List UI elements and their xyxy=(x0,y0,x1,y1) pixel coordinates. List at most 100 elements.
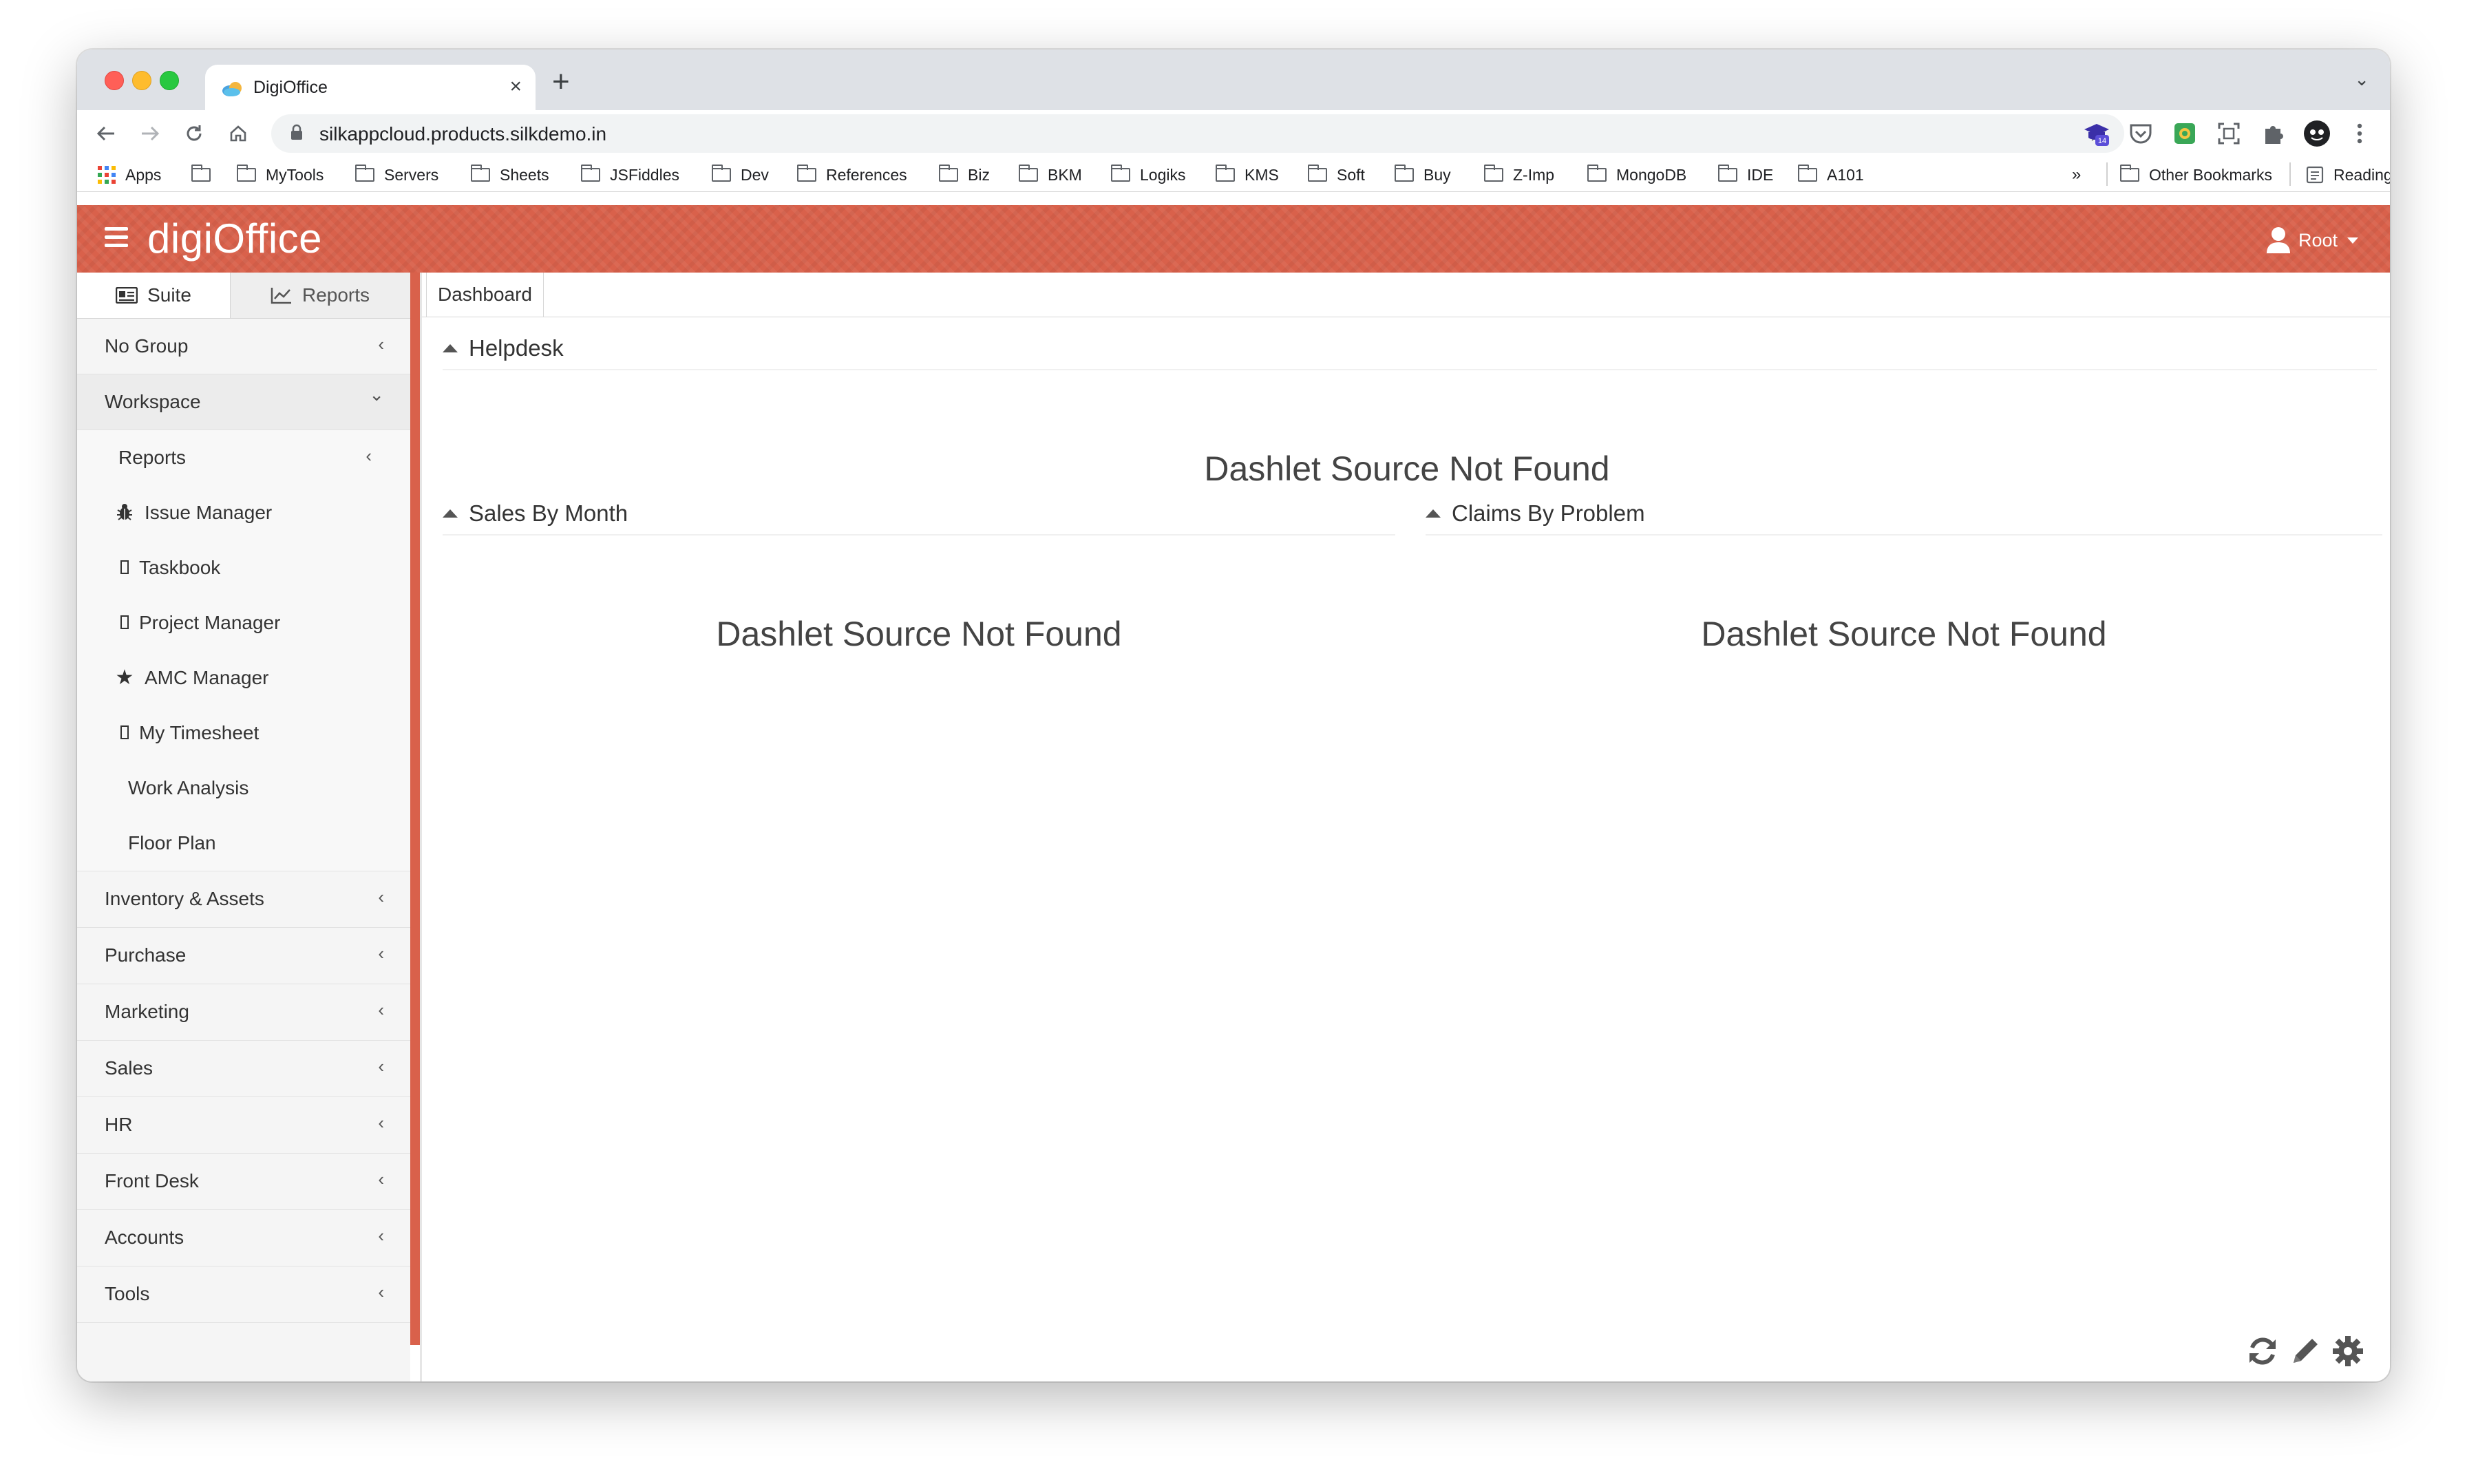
reading-list-button[interactable]: Reading List xyxy=(2306,165,2390,185)
collapse-triangle-icon[interactable] xyxy=(443,509,458,518)
sidebar-item-inventory-assets[interactable]: Inventory & Assets ‹ xyxy=(77,871,410,928)
dashlet-title: Helpdesk xyxy=(469,335,564,361)
tab-search-chevron-icon[interactable]: ⌄ xyxy=(2354,69,2369,90)
bookmark-label: Logiks xyxy=(1140,165,1186,184)
bookmark-folder[interactable]: Z-Imp xyxy=(1484,165,1554,185)
folder-icon xyxy=(1111,165,1130,182)
sidebar-item-label: Project Manager xyxy=(139,612,281,633)
dashlet-title: Sales By Month xyxy=(469,500,628,526)
bookmark-folder[interactable]: JSFiddles xyxy=(581,165,679,185)
main-content: Dashboard Helpdesk Dashlet Source Not Fo… xyxy=(420,273,2390,1381)
tab-title: DigiOffice xyxy=(253,78,328,97)
hamburger-menu-icon[interactable] xyxy=(105,227,128,248)
dashlet-header-helpdesk[interactable]: Helpdesk xyxy=(443,328,2377,370)
sidebar-scrollbar[interactable] xyxy=(410,273,420,1345)
user-name: Root xyxy=(2298,229,2338,251)
profile-avatar-icon[interactable] xyxy=(2303,120,2331,147)
bookmark-folder[interactable]: Buy xyxy=(1395,165,1451,185)
tab-label: Suite xyxy=(147,284,191,306)
bookmark-folder[interactable]: MongoDB xyxy=(1587,165,1686,185)
refresh-icon[interactable] xyxy=(2243,1332,2282,1370)
sidebar-item-accounts[interactable]: Accounts ‹ xyxy=(77,1210,410,1266)
bookmark-folder[interactable]: Dev xyxy=(712,165,769,185)
folder-icon xyxy=(1395,165,1414,182)
tab-reports[interactable]: Reports xyxy=(230,273,410,318)
home-icon[interactable] xyxy=(223,118,253,149)
sidebar-subitem-reports[interactable]: Reports ‹ xyxy=(77,430,410,485)
sidebar-subitem-my-timesheet[interactable]: My Timesheet xyxy=(77,706,410,761)
bookmark-folder[interactable]: Servers xyxy=(355,165,438,185)
bookmark-folder[interactable]: MyTools xyxy=(237,165,324,185)
bookmark-folder[interactable]: KMS xyxy=(1216,165,1279,185)
window-maximize-button[interactable] xyxy=(160,71,179,90)
sidebar-item-workspace[interactable]: Workspace ⌄ xyxy=(77,374,410,430)
forward-arrow-icon[interactable] xyxy=(135,118,165,149)
dashlet-message: Dashlet Source Not Found xyxy=(716,615,1122,653)
folder-icon xyxy=(1216,165,1235,182)
pocket-icon[interactable] xyxy=(2127,120,2154,147)
sidebar-item-no-group[interactable]: No Group ‹ xyxy=(77,319,410,374)
sidebar-subitem-floor-plan[interactable]: Floor Plan xyxy=(77,816,410,871)
bookmarks-overflow-button[interactable]: » xyxy=(2072,165,2081,185)
bookmark-folder[interactable] xyxy=(191,165,220,185)
sidebar-item-label: Sales xyxy=(105,1057,153,1079)
main-tab-bar: Dashboard xyxy=(422,273,2390,317)
bookmark-folder[interactable]: Logiks xyxy=(1111,165,1185,185)
dashlet-header-sales-by-month[interactable]: Sales By Month xyxy=(443,493,1395,536)
sidebar-item-sales[interactable]: Sales ‹ xyxy=(77,1041,410,1097)
address-bar[interactable]: silkappcloud.products.silkdemo.in ☆ xyxy=(271,114,2124,153)
bookmark-folder[interactable]: Soft xyxy=(1308,165,1365,185)
sidebar-subitem-project-manager[interactable]: Project Manager xyxy=(77,595,410,650)
window-close-button[interactable] xyxy=(105,71,124,90)
tab-suite[interactable]: Suite xyxy=(77,273,231,318)
bookmark-folder[interactable]: A101 xyxy=(1798,165,1864,185)
pencil-icon[interactable] xyxy=(2286,1332,2325,1370)
sidebar-item-label: Work Analysis xyxy=(128,777,249,798)
bookmark-label: Sheets xyxy=(500,165,549,184)
sidebar-subitem-amc-manager[interactable]: ★ AMC Manager xyxy=(77,650,410,706)
dashlet-header-claims-by-problem[interactable]: Claims By Problem xyxy=(1426,493,2382,536)
browser-menu-icon[interactable] xyxy=(2346,120,2373,147)
bookmark-folder[interactable]: BKM xyxy=(1019,165,1082,185)
window-minimize-button[interactable] xyxy=(132,71,151,90)
bookmark-folder[interactable]: IDE xyxy=(1718,165,1773,185)
green-extension-icon[interactable] xyxy=(2171,120,2199,147)
bookmark-folder[interactable]: References xyxy=(797,165,907,185)
collapse-triangle-icon[interactable] xyxy=(443,344,458,352)
sidebar-item-front-desk[interactable]: Front Desk ‹ xyxy=(77,1154,410,1210)
tab-dashboard[interactable]: Dashboard xyxy=(426,273,544,317)
gear-icon[interactable] xyxy=(2329,1332,2367,1370)
puzzle-extensions-icon[interactable] xyxy=(2259,120,2287,147)
chevron-left-icon: ‹ xyxy=(378,1169,384,1189)
sidebar-item-purchase[interactable]: Purchase ‹ xyxy=(77,928,410,984)
sidebar-item-label: Marketing xyxy=(105,1001,189,1022)
collapse-triangle-icon[interactable] xyxy=(1426,509,1441,518)
chevron-left-icon: ‹ xyxy=(378,1112,384,1133)
extension-graduation-icon[interactable]: 14 xyxy=(2083,120,2110,147)
screenshot-icon[interactable] xyxy=(2215,120,2243,147)
user-menu[interactable]: Root xyxy=(2265,226,2358,255)
sidebar-item-tools[interactable]: Tools ‹ xyxy=(77,1266,410,1323)
sidebar-subitem-work-analysis[interactable]: Work Analysis xyxy=(77,761,410,816)
bookmark-apps[interactable]: Apps xyxy=(98,165,161,185)
dashlet-title: Claims By Problem xyxy=(1452,500,1645,526)
sidebar-item-marketing[interactable]: Marketing ‹ xyxy=(77,984,410,1041)
chevron-left-icon: ‹ xyxy=(378,999,384,1020)
sidebar-item-hr[interactable]: HR ‹ xyxy=(77,1097,410,1154)
folder-icon xyxy=(237,165,256,182)
reload-icon[interactable] xyxy=(179,118,209,149)
folder-icon xyxy=(1798,165,1817,182)
bookmark-folder[interactable]: Biz xyxy=(939,165,990,185)
bookmark-label: References xyxy=(826,165,907,184)
new-tab-button[interactable]: + xyxy=(552,65,570,99)
cloud-favicon-icon xyxy=(222,82,242,96)
back-arrow-icon[interactable] xyxy=(91,118,121,149)
sidebar-menu: No Group ‹ Workspace ⌄ Reports ‹ Issue M… xyxy=(77,319,410,1323)
bookmark-folder[interactable]: Sheets xyxy=(471,165,549,185)
bookmark-other[interactable]: Other Bookmarks xyxy=(2120,165,2272,185)
sidebar-subitem-issue-manager[interactable]: Issue Manager xyxy=(77,485,410,540)
sidebar-subitem-taskbook[interactable]: Taskbook xyxy=(77,540,410,595)
browser-tab[interactable]: DigiOffice × xyxy=(205,65,536,110)
tab-close-icon[interactable]: × xyxy=(509,74,522,99)
folder-icon xyxy=(1587,165,1607,182)
